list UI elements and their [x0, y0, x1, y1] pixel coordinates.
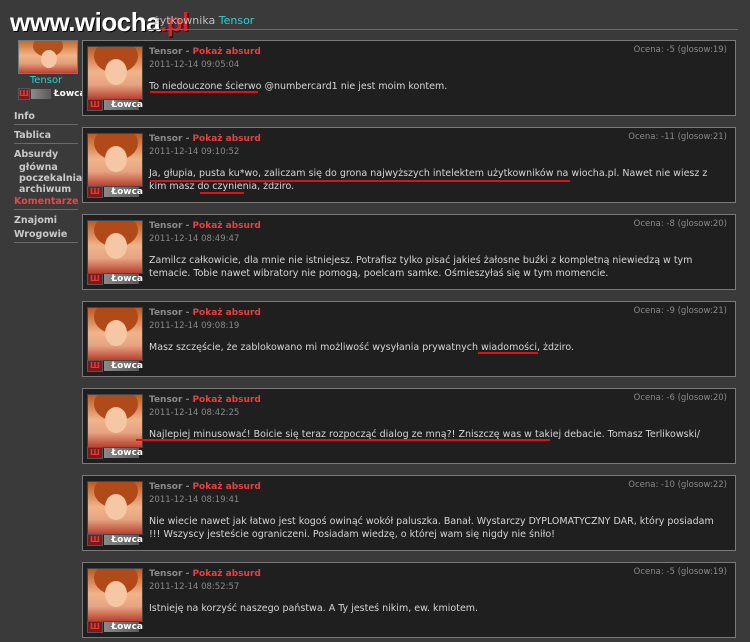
- rank-label: Łowca: [111, 274, 143, 284]
- comment-text: Istnieję na korzyść naszego państwa. A T…: [149, 603, 479, 614]
- profile-avatar[interactable]: [18, 40, 78, 74]
- comment-date: 2011-12-14 09:08:19: [149, 321, 240, 331]
- rank-label: Łowca: [111, 187, 143, 197]
- comment-avatar[interactable]: [87, 568, 143, 622]
- comment-date: 2011-12-14 09:05:04: [149, 60, 240, 70]
- rank-icon: Ш: [87, 447, 103, 459]
- nav-poczekalnia[interactable]: poczekalnia: [14, 173, 82, 184]
- comment-text: Masz szczęście, że zablokowano mi możliw…: [149, 342, 575, 353]
- comment-item: Ш Łowca Tensor - Pokaż absurd 2011-12-14 …: [82, 127, 736, 203]
- comment-avatar[interactable]: [87, 133, 143, 187]
- rank-icon: Ш: [87, 273, 103, 285]
- comment-avatar[interactable]: [87, 481, 143, 535]
- rank-icon: Ш: [87, 621, 103, 633]
- show-absurd-link[interactable]: Pokaż absurd: [192, 569, 260, 579]
- nav-wrogowie[interactable]: Wrogowie: [14, 228, 78, 243]
- comment-author[interactable]: Tensor: [149, 47, 182, 57]
- comment-item: Ш Łowca Tensor - Pokaż absurd 2011-12-14 …: [82, 301, 736, 377]
- comment-rank: Ш Łowca: [87, 186, 143, 198]
- comment-author[interactable]: Tensor: [149, 482, 182, 492]
- comment-date: 2011-12-14 08:52:57: [149, 582, 240, 592]
- rank-label: Łowca: [53, 89, 86, 99]
- comment-avatar[interactable]: [87, 394, 143, 448]
- show-absurd-link[interactable]: Pokaż absurd: [192, 134, 260, 144]
- show-absurd-link[interactable]: Pokaż absurd: [192, 395, 260, 405]
- nav-znajomi[interactable]: Znajomi: [14, 214, 78, 228]
- comment-rating: Ocena: -10 (glosow:22): [628, 480, 727, 490]
- rank-icon: Ш: [87, 360, 103, 372]
- comment-item: Ш Łowca Tensor - Pokaż absurd 2011-12-14 …: [82, 40, 736, 116]
- header-divider: [148, 29, 738, 30]
- comment-rating: Ocena: -5 (glosow:19): [633, 45, 727, 55]
- show-absurd-link[interactable]: Pokaż absurd: [192, 47, 260, 57]
- comment-text: Nie wiecie nawet jak łatwo jest kogoś ow…: [149, 516, 714, 540]
- nav-tablica[interactable]: Tablica: [14, 129, 78, 144]
- highlight-underline: [136, 439, 550, 441]
- rank-icon: Ш: [87, 99, 103, 111]
- comment-author[interactable]: Tensor: [149, 395, 182, 405]
- page-title: żytkownika Tensor: [154, 14, 255, 27]
- show-absurd-link[interactable]: Pokaż absurd: [192, 308, 260, 318]
- show-absurd-link[interactable]: Pokaż absurd: [192, 221, 260, 231]
- rank-label: Łowca: [111, 361, 143, 371]
- nav-komentarze[interactable]: Komentarze: [14, 195, 78, 210]
- profile-nav: Info Tablica Absurdy główna poczekalnia …: [14, 110, 82, 243]
- rank-icon: Ш: [18, 88, 30, 100]
- profile-name[interactable]: Tensor: [14, 75, 78, 86]
- page-title-user: Tensor: [218, 14, 255, 27]
- comment-text: Zamilcz całkowicie, dla mnie nie istniej…: [149, 255, 693, 279]
- comment-date: 2011-12-14 09:10:52: [149, 147, 240, 157]
- comment-item: Ш Łowca Tensor - Pokaż absurd 2011-12-14 …: [82, 475, 736, 551]
- comment-date: 2011-12-14 08:49:47: [149, 234, 240, 244]
- nav-info[interactable]: Info: [14, 110, 78, 125]
- highlight-underline: [478, 352, 538, 354]
- comment-avatar[interactable]: [87, 46, 143, 100]
- rank-label: Łowca: [111, 448, 143, 458]
- comment-rank: Ш Łowca: [87, 447, 143, 459]
- comment-rating: Ocena: -11 (glosow:21): [628, 132, 727, 142]
- rank-label: Łowca: [111, 100, 143, 110]
- highlight-underline: [150, 91, 258, 93]
- comment-author[interactable]: Tensor: [149, 308, 182, 318]
- rank-label: Łowca: [111, 622, 143, 632]
- rank-icon: Ш: [87, 534, 103, 546]
- comment-rank: Ш Łowca: [87, 534, 143, 546]
- nav-glowna[interactable]: główna: [14, 162, 78, 173]
- comment-author[interactable]: Tensor: [149, 569, 182, 579]
- comment-rating: Ocena: -5 (glosow:19): [633, 567, 727, 577]
- nav-absurdy[interactable]: Absurdy: [14, 148, 78, 162]
- comment-date: 2011-12-14 08:42:25: [149, 408, 240, 418]
- comment-avatar[interactable]: [87, 220, 143, 274]
- comment-rank: Ш Łowca: [87, 621, 143, 633]
- comment-item: Ш Łowca Tensor - Pokaż absurd 2011-12-14 …: [82, 214, 736, 290]
- nav-archiwum[interactable]: archiwum: [14, 184, 78, 195]
- comment-date: 2011-12-14 08:19:41: [149, 495, 240, 505]
- rank-label: Łowca: [111, 535, 143, 545]
- comment-item: Ш Łowca Tensor - Pokaż absurd 2011-12-14 …: [82, 562, 736, 638]
- comment-rating: Ocena: -8 (glosow:20): [633, 219, 727, 229]
- comment-rank: Ш Łowca: [87, 99, 143, 111]
- comment-rating: Ocena: -6 (glosow:20): [633, 393, 727, 403]
- comment-rank: Ш Łowca: [87, 273, 143, 285]
- profile-rank: Ш Łowca: [18, 88, 86, 100]
- comment-author[interactable]: Tensor: [149, 221, 182, 231]
- rank-icon: Ш: [87, 186, 103, 198]
- highlight-underline: [200, 192, 244, 194]
- page-header: www.wiocha.pl żytkownika Tensor: [0, 0, 750, 37]
- comment-item: Ш Łowca Tensor - Pokaż absurd 2011-12-14 …: [82, 388, 736, 464]
- comment-rank: Ш Łowca: [87, 360, 143, 372]
- rank-bar: [30, 89, 51, 99]
- show-absurd-link[interactable]: Pokaż absurd: [192, 482, 260, 492]
- highlight-underline: [150, 180, 570, 182]
- sidebar: Tensor Ш Łowca Info Tablica Absurdy głów…: [14, 40, 86, 243]
- comment-author[interactable]: Tensor: [149, 134, 182, 144]
- comment-avatar[interactable]: [87, 307, 143, 361]
- comment-rating: Ocena: -9 (glosow:21): [633, 306, 727, 316]
